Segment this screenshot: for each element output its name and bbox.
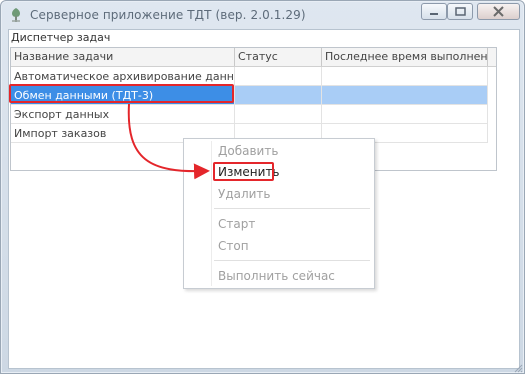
last-run-cell[interactable] [322,105,488,124]
table-row-selected[interactable]: Обмен данными (ТДТ-3) [11,86,488,105]
menu-separator [214,208,370,209]
title-bar[interactable]: Серверное приложение ТДТ (вер. 2.0.1.29) [1,1,524,29]
task-name-cell[interactable]: Обмен данными (ТДТ-3) [11,86,235,105]
menu-item-stop[interactable]: Стоп [218,236,249,256]
app-icon [12,8,20,22]
close-button[interactable] [477,3,520,20]
table-row[interactable]: Экспорт данных [11,105,488,124]
grid-header: Название задачи Статус Последнее время в… [11,48,496,67]
maximize-button[interactable] [447,3,473,20]
last-run-cell[interactable] [322,86,488,105]
status-cell[interactable] [235,86,322,105]
task-name-cell[interactable]: Экспорт данных [11,105,235,124]
context-menu: Добавить Изменить Удалить Старт Стоп Вып… [183,138,375,289]
menu-item-delete[interactable]: Удалить [218,184,271,204]
resize-grip-icon[interactable] [514,363,523,373]
menu-item-add[interactable]: Добавить [218,141,278,161]
menu-item-start[interactable]: Старт [218,214,255,234]
maximize-icon [455,7,466,16]
menu-item-edit[interactable]: Изменить [218,162,280,182]
menu-item-run-now[interactable]: Выполнить сейчас [218,266,335,286]
minimize-icon [430,13,438,15]
close-icon [493,6,504,17]
column-header-task-name[interactable]: Название задачи [11,48,235,66]
menu-gutter [211,141,212,286]
window-title: Серверное приложение ТДТ (вер. 2.0.1.29) [30,8,306,22]
task-name-cell[interactable]: Автоматическое архивирование данных [11,67,235,86]
minimize-button[interactable] [421,3,447,20]
table-row[interactable]: Автоматическое архивирование данных [11,67,488,86]
task-manager-label: Диспетчер задач [11,31,111,44]
last-run-cell[interactable] [322,67,488,86]
menu-separator [214,260,370,261]
column-header-last-run[interactable]: Последнее время выполнения [322,48,488,66]
status-cell[interactable] [235,67,322,86]
column-header-status[interactable]: Статус [235,48,322,66]
status-cell[interactable] [235,105,322,124]
